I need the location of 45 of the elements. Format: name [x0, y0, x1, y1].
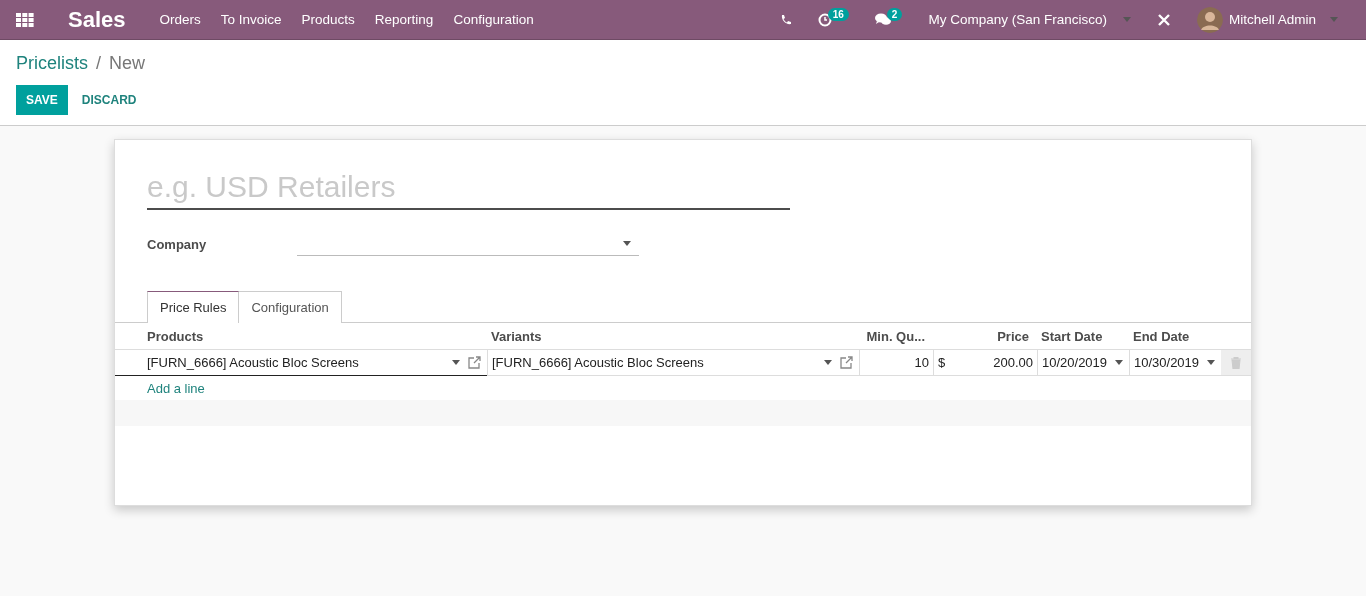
quantity-field[interactable]: 10: [859, 350, 933, 376]
column-header[interactable]: Variants: [487, 323, 859, 350]
field-label: Company: [147, 236, 208, 252]
breadcrumb-separator: /: [96, 53, 102, 74]
avatar-icon: [1196, 6, 1223, 33]
menu-item[interactable]: Products: [301, 12, 355, 27]
apps-grid-icon[interactable]: [16, 12, 34, 27]
add-line-link[interactable]: Add a line: [147, 381, 205, 396]
column-header[interactable]: Min. Qu...: [859, 323, 933, 350]
column-header[interactable]: Products: [115, 323, 487, 350]
company-switcher[interactable]: My Company (San Francisco): [928, 12, 1139, 27]
user-menu[interactable]: Mitchell Admin: [1196, 6, 1346, 33]
activity-badge: 16: [827, 8, 849, 21]
tab[interactable]: Configuration: [239, 291, 342, 323]
clock-icon[interactable]: [817, 12, 832, 27]
app-title: Sales: [68, 6, 126, 33]
menu-item[interactable]: To Invoice: [220, 12, 282, 27]
menu-item[interactable]: Orders: [159, 12, 201, 27]
chat-icon[interactable]: [874, 13, 891, 26]
currency-symbol: $: [938, 355, 946, 370]
product-field[interactable]: [FURN_6666] Acoustic Bloc Screens: [115, 350, 487, 376]
tab[interactable]: Price Rules: [147, 291, 240, 323]
external-link-icon[interactable]: [840, 356, 853, 369]
external-link-icon[interactable]: [468, 356, 481, 369]
caret-icon: [824, 360, 832, 365]
menu-item[interactable]: Configuration: [453, 12, 534, 27]
column-header[interactable]: Price: [933, 323, 1037, 350]
variant-field[interactable]: [FURN_6666] Acoustic Bloc Screens: [487, 350, 859, 376]
caret-icon: [1207, 360, 1216, 365]
breadcrumb-link[interactable]: Pricelists: [16, 53, 88, 74]
caret-icon: [1115, 360, 1124, 365]
caret-icon: [623, 241, 631, 246]
date-field[interactable]: 10/20/2019: [1037, 350, 1129, 376]
price-field[interactable]: 200.00: [993, 355, 1033, 370]
tools-icon[interactable]: [1156, 12, 1171, 27]
caret-icon: [452, 360, 460, 365]
message-badge: 2: [886, 8, 903, 21]
caret-icon: [1122, 17, 1131, 22]
column-header[interactable]: Start Date: [1037, 323, 1129, 350]
menu-item[interactable]: Reporting: [374, 12, 434, 27]
column-header[interactable]: End Date: [1129, 323, 1221, 350]
breadcrumb-current: New: [109, 53, 146, 74]
caret-icon: [1330, 17, 1338, 22]
phone-icon[interactable]: [779, 13, 792, 26]
discard-button[interactable]: DISCARD: [71, 93, 147, 107]
